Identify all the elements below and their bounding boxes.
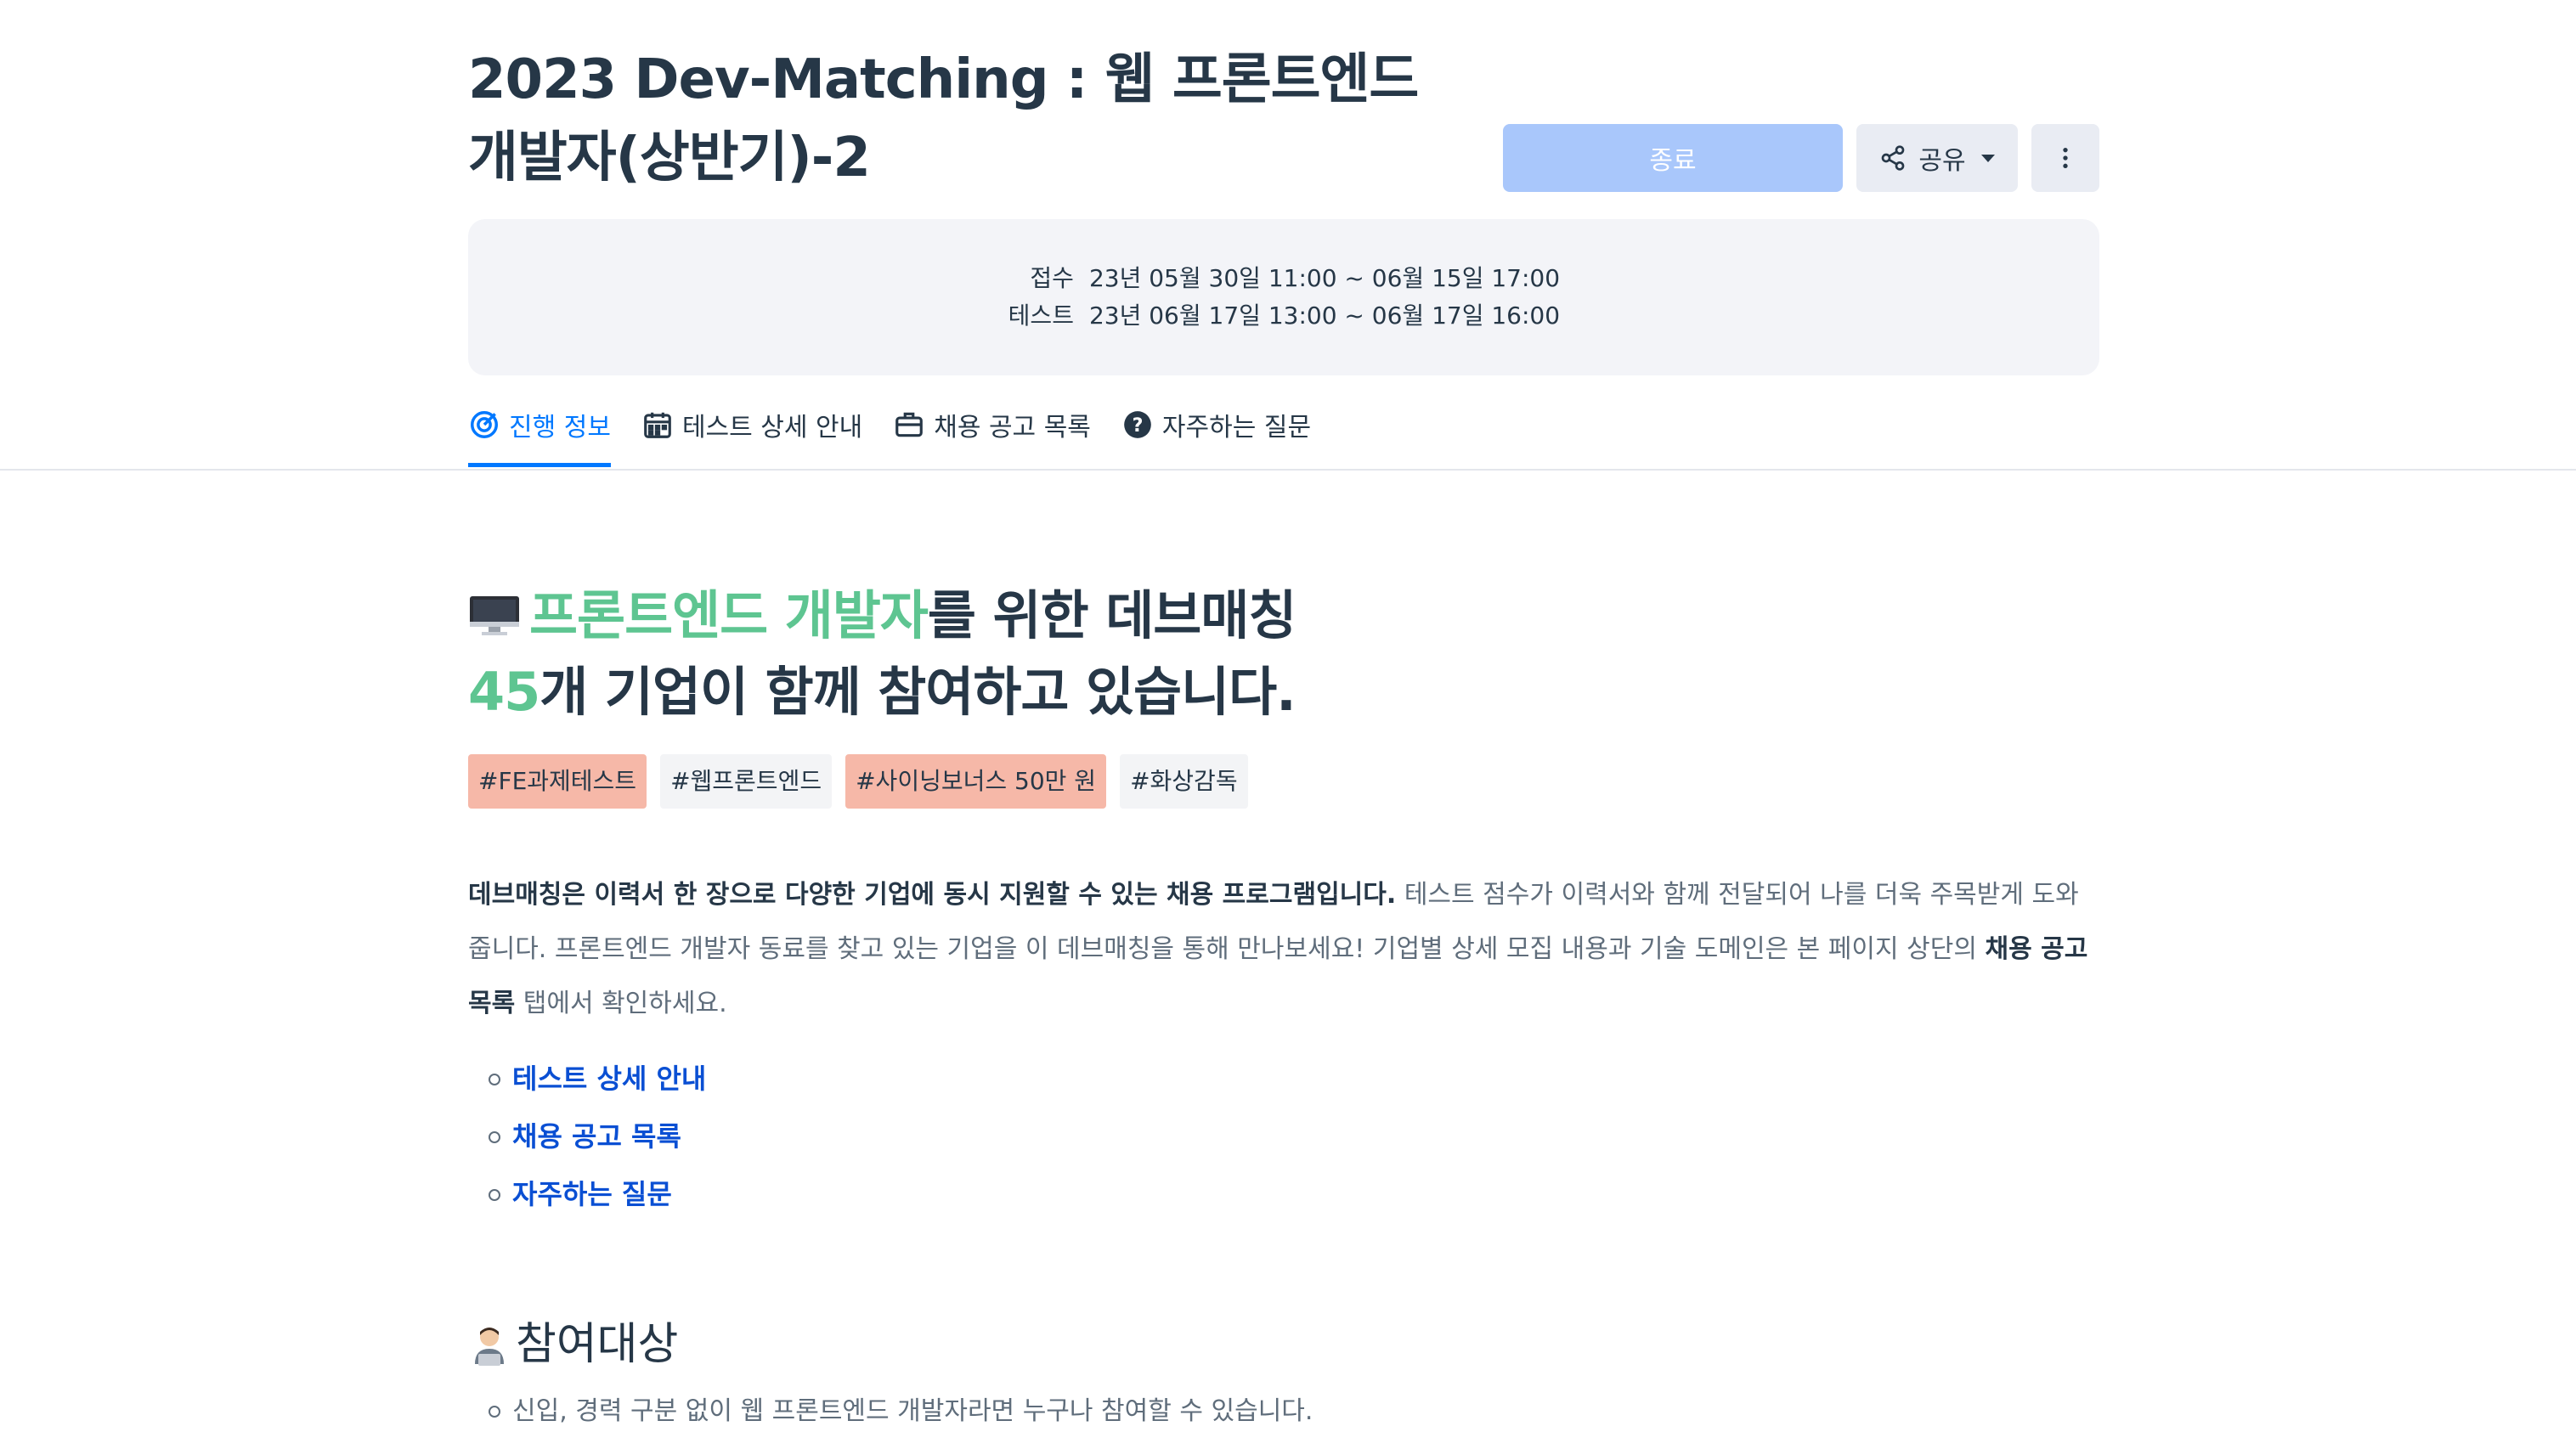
chevron-down-icon <box>1980 154 1995 162</box>
schedule-apply-value: 23년 05월 30일 11:00 ~ 06월 15일 17:00 <box>1088 264 1561 292</box>
company-count: 45 <box>468 661 540 723</box>
page-header: 2023 Dev-Matching : 웹 프론트엔드 개발자(상반기)-2 종… <box>468 41 2099 211</box>
share-icon <box>1882 145 1905 171</box>
monitor-icon <box>468 581 521 635</box>
schedule-test-label: 테스트 <box>1008 302 1074 330</box>
main-content: 프론트엔드 개발자를 위한 데브매칭 45개 기업이 함께 참여하고 있습니다.… <box>468 578 2099 1430</box>
more-vertical-icon <box>2063 148 2068 168</box>
person-laptop-icon <box>475 1328 504 1366</box>
more-options-button[interactable] <box>2031 124 2099 192</box>
schedule-apply-label: 접수 <box>1030 264 1074 292</box>
svg-text:?: ? <box>1132 414 1143 436</box>
page-title: 2023 Dev-Matching : 웹 프론트엔드 개발자(상반기)-2 <box>468 41 1420 197</box>
header-actions: 종료 공유 <box>1503 124 2099 192</box>
tab-label: 테스트 상세 안내 <box>681 412 863 443</box>
participants-list: 신입, 경력 구분 없이 웹 프론트엔드 개발자라면 누구나 참여할 수 있습니… <box>468 1393 2099 1430</box>
question-icon: ? <box>1124 410 1151 438</box>
tag: #FE과제테스트 <box>468 754 647 809</box>
briefcase-icon <box>895 412 924 437</box>
link-test-details[interactable]: 테스트 상세 안내 <box>489 1050 2099 1108</box>
tab-progress-info[interactable]: 진행 정보 <box>468 399 611 467</box>
page: 2023 Dev-Matching : 웹 프론트엔드 개발자(상반기)-2 종… <box>0 0 2576 1432</box>
participants-heading-text: 참여대상 <box>516 1319 679 1370</box>
tag: #화상감독 <box>1120 754 1248 809</box>
tag: #웹프론트엔드 <box>660 754 833 809</box>
tab-label: 자주하는 질문 <box>1161 412 1312 443</box>
title-line-2: 개발자(상반기)-2 <box>468 127 871 189</box>
tag-list: #FE과제테스트 #웹프론트엔드 #사이닝보너스 50만 원 #화상감독 <box>468 754 2099 809</box>
schedule-test: 테스트 23년 06월 17일 13:00 ~ 06월 17일 16:00 <box>1008 297 1560 335</box>
title-line-1: 2023 Dev-Matching : 웹 프론트엔드 <box>468 48 1419 111</box>
schedule-apply: 접수 23년 05월 30일 11:00 ~ 06월 15일 17:00 <box>1008 260 1560 297</box>
tab-label: 채용 공고 목록 <box>934 412 1091 443</box>
target-icon <box>471 410 498 438</box>
end-button[interactable]: 종료 <box>1503 124 1843 192</box>
intro-paragraph: 데브매칭은 이력서 한 장으로 다양한 기업에 동시 지원할 수 있는 채용 프… <box>468 868 2099 1031</box>
tab-test-details[interactable]: 테스트 상세 안내 <box>641 399 862 467</box>
list-item: 신입, 경력 구분 없이 웹 프론트엔드 개발자라면 누구나 참여할 수 있습니… <box>489 1393 2099 1430</box>
quick-links: 테스트 상세 안내 채용 공고 목록 자주하는 질문 <box>468 1050 2099 1223</box>
schedule-box: 접수 23년 05월 30일 11:00 ~ 06월 15일 17:00 테스트… <box>468 219 2099 375</box>
intro-bold: 데브매칭은 이력서 한 장으로 다양한 기업에 동시 지원할 수 있는 채용 프… <box>468 880 1397 910</box>
headline-text-2: 개 기업이 함께 참여하고 있습니다. <box>539 661 1296 723</box>
tab-job-postings[interactable]: 채용 공고 목록 <box>893 399 1091 467</box>
tab-label: 진행 정보 <box>509 412 611 443</box>
headline-text: 를 위한 데브매칭 <box>927 584 1296 646</box>
tag: #사이닝보너스 50만 원 <box>845 754 1107 809</box>
link-job-postings[interactable]: 채용 공고 목록 <box>489 1108 2099 1165</box>
participants-heading: 참여대상 <box>468 1315 2099 1374</box>
intro-text-2: 탭에서 확인하세요. <box>515 989 727 1018</box>
share-button-label: 공유 <box>1918 146 1966 176</box>
share-button[interactable]: 공유 <box>1856 124 2018 192</box>
tab-faq[interactable]: ? 자주하는 질문 <box>1121 399 1311 467</box>
schedule-test-value: 23년 06월 17일 13:00 ~ 06월 17일 16:00 <box>1088 302 1561 330</box>
link-faq[interactable]: 자주하는 질문 <box>489 1165 2099 1223</box>
tab-divider <box>0 469 2576 471</box>
headline: 프론트엔드 개발자를 위한 데브매칭 45개 기업이 함께 참여하고 있습니다. <box>468 578 2099 730</box>
tab-bar: 진행 정보 테스트 상세 안내 채용 공고 목록 ? 자주하는 질문 <box>468 399 2099 467</box>
headline-highlight: 프론트엔드 개발자 <box>529 584 929 646</box>
calendar-icon <box>644 412 671 438</box>
